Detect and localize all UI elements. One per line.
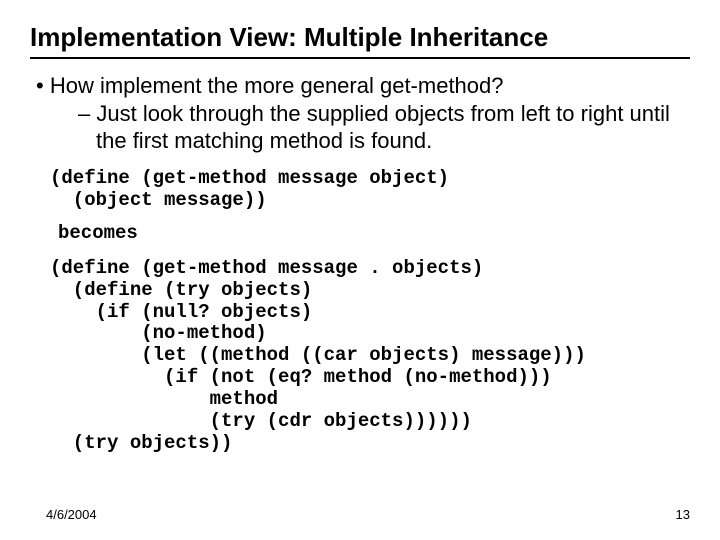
bullet-list: How implement the more general get-metho… — [30, 73, 690, 154]
footer-date: 4/6/2004 — [46, 507, 97, 522]
slide-title: Implementation View: Multiple Inheritanc… — [30, 22, 690, 53]
footer-page-number: 13 — [676, 507, 690, 522]
code-block-after: (define (get-method message . objects) (… — [50, 258, 690, 455]
becomes-label: becomes — [58, 222, 690, 244]
title-rule — [30, 57, 690, 59]
code-block-before: (define (get-method message object) (obj… — [50, 168, 690, 212]
slide: Implementation View: Multiple Inheritanc… — [0, 0, 720, 540]
bullet-level-1: How implement the more general get-metho… — [36, 73, 690, 99]
bullet-level-2: Just look through the supplied objects f… — [36, 101, 690, 154]
